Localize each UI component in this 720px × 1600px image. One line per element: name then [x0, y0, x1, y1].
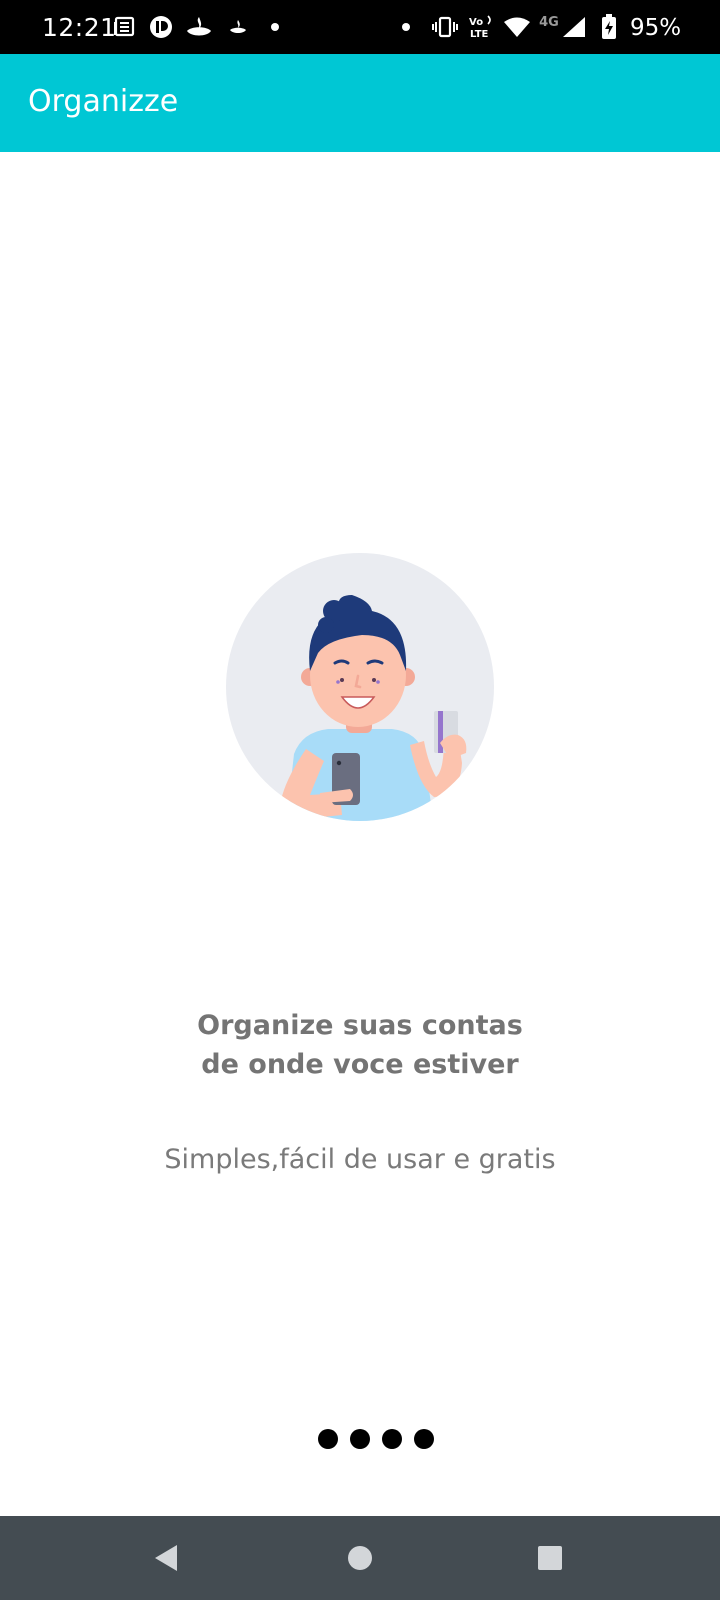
headline-line-1: Organize suas contas [197, 1010, 523, 1041]
status-bar: 12:21 Vo LTE 4G 95% [0, 0, 720, 54]
network-type-text: 4G [539, 14, 559, 30]
person-with-phone-and-card-illustration [222, 549, 498, 825]
signal-icon [561, 13, 587, 41]
vibrate-icon [432, 13, 458, 41]
home-icon [348, 1546, 372, 1570]
onboarding-subtitle: Simples,fácil de usar e gratis [164, 1144, 556, 1175]
app-title: Organizze [28, 84, 179, 119]
page-dot-3[interactable] [382, 1429, 402, 1449]
back-icon [155, 1545, 177, 1571]
network-type-label: 4G [536, 8, 562, 36]
battery-percent: 95% [630, 15, 682, 41]
page-dot-2[interactable] [350, 1429, 370, 1449]
status-time: 12:21 [42, 13, 117, 42]
svg-text:Vo: Vo [469, 17, 483, 28]
page-dot-4[interactable] [414, 1429, 434, 1449]
battery-charging-icon [600, 13, 618, 41]
navigation-bar [0, 1516, 720, 1600]
news-icon [112, 13, 136, 41]
page-indicator[interactable] [318, 1429, 434, 1449]
santander-icon [185, 13, 213, 41]
headline-line-2: de onde voce estiver [201, 1049, 519, 1080]
app-icon [148, 13, 174, 41]
onboarding-headline: Organize suas contas de onde voce estive… [110, 1006, 610, 1084]
recents-icon [538, 1546, 562, 1570]
volte-icon: Vo LTE [468, 13, 496, 41]
dot-icon [270, 13, 280, 41]
svg-text:LTE: LTE [470, 29, 489, 40]
santander-small-icon [228, 13, 248, 41]
dot-icon [401, 13, 411, 41]
home-button[interactable] [318, 1516, 402, 1600]
page-dot-1[interactable] [318, 1429, 338, 1449]
recents-button[interactable] [508, 1516, 592, 1600]
wifi-icon [503, 13, 531, 41]
back-button[interactable] [124, 1516, 208, 1600]
app-bar: Organizze [0, 54, 720, 152]
